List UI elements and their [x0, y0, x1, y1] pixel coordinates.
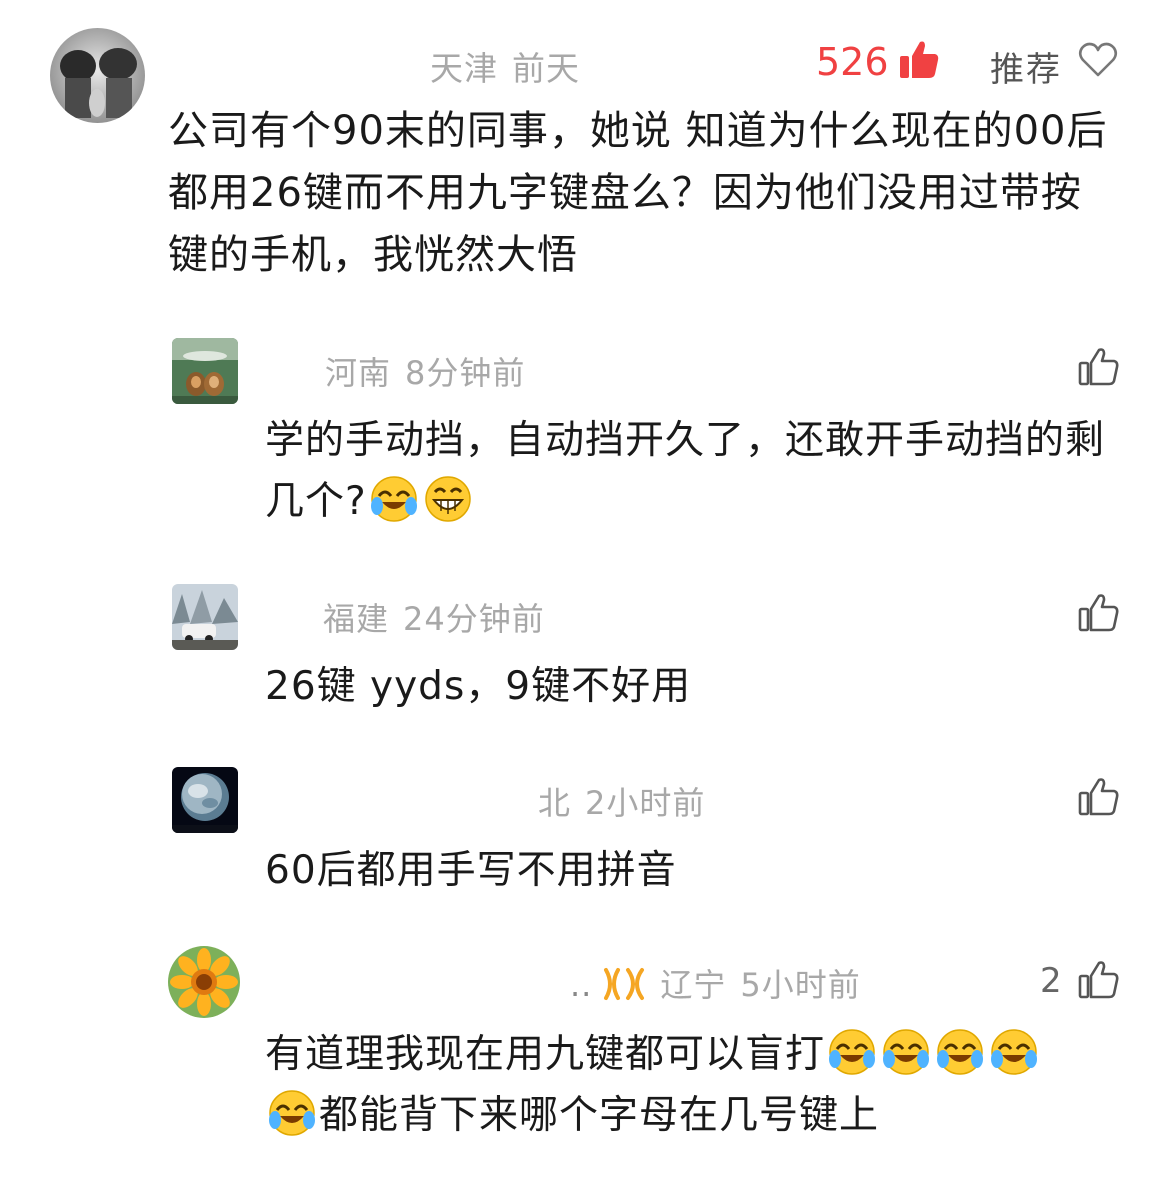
reply-meta: .. 辽宁 5小时前 [570, 960, 861, 1010]
reply-location: 河南 [325, 354, 392, 392]
comment-location: 天津 [430, 49, 498, 88]
reply-time: 2小时前 [585, 784, 706, 822]
reply-text-line: 有道理我现在用九键都可以盲打 [265, 1024, 1145, 1085]
grin-emoji-icon [423, 474, 473, 524]
avatar[interactable] [172, 584, 238, 650]
thumbs-up-icon[interactable] [1078, 594, 1120, 636]
reply-location: 福建 [323, 600, 390, 638]
reply-text: 60后都用手写不用拼音 [265, 848, 677, 893]
avatar[interactable] [172, 338, 238, 404]
reply-like-count: 2 [1040, 961, 1062, 1001]
vip-badge-icon [602, 966, 646, 1010]
reply-location: 北 [538, 784, 572, 822]
laugh-cry-emoji-icon [881, 1027, 931, 1077]
laugh-cry-emoji-icon [369, 474, 419, 524]
avatar[interactable] [172, 767, 238, 833]
reply-meta: 福建 24分钟前 [323, 594, 545, 640]
reply-location: 辽宁 [660, 966, 727, 1004]
reply-time: 5小时前 [740, 966, 861, 1004]
reply-time: 24分钟前 [403, 600, 545, 638]
laugh-cry-emoji-icon [827, 1027, 877, 1077]
reply-meta: 北 2小时前 [538, 778, 705, 824]
heart-icon[interactable] [1078, 42, 1118, 82]
recommend-label[interactable]: 推荐 [990, 42, 1062, 91]
avatar[interactable] [168, 946, 240, 1018]
reply-text: 有道理我现在用九键都可以盲打 都能背下来哪个字母在几号键上 [265, 1024, 1145, 1146]
reply-time: 8分钟前 [405, 354, 526, 392]
reply-text-line: 都能背下来哪个字母在几号键上 [265, 1085, 1145, 1146]
comment-text: 公司有个90末的同事，她说 知道为什么现在的00后都用26键而不用九字键盘么？因… [168, 108, 1108, 278]
thumbs-up-icon[interactable] [898, 40, 940, 84]
laugh-cry-emoji-icon [989, 1027, 1039, 1077]
thumbs-up-icon[interactable] [1078, 778, 1120, 820]
comment-time: 前天 [512, 49, 580, 88]
laugh-cry-emoji-icon [935, 1027, 985, 1077]
reply-meta: 河南 8分钟前 [325, 348, 525, 394]
reply-text: 学的手动挡，自动挡开久了，还敢开手动挡的剩几个? [265, 418, 1106, 524]
avatar[interactable] [50, 28, 145, 123]
thumbs-up-icon[interactable] [1078, 348, 1120, 390]
thumbs-up-icon[interactable] [1078, 961, 1120, 1003]
like-count: 526 [816, 40, 889, 84]
laugh-cry-emoji-icon [267, 1088, 317, 1138]
reply-text: 26键 yyds，9键不好用 [265, 664, 692, 709]
reply-name-fragment: .. [570, 966, 593, 1004]
comment-meta: 天津 前天 [430, 42, 580, 90]
